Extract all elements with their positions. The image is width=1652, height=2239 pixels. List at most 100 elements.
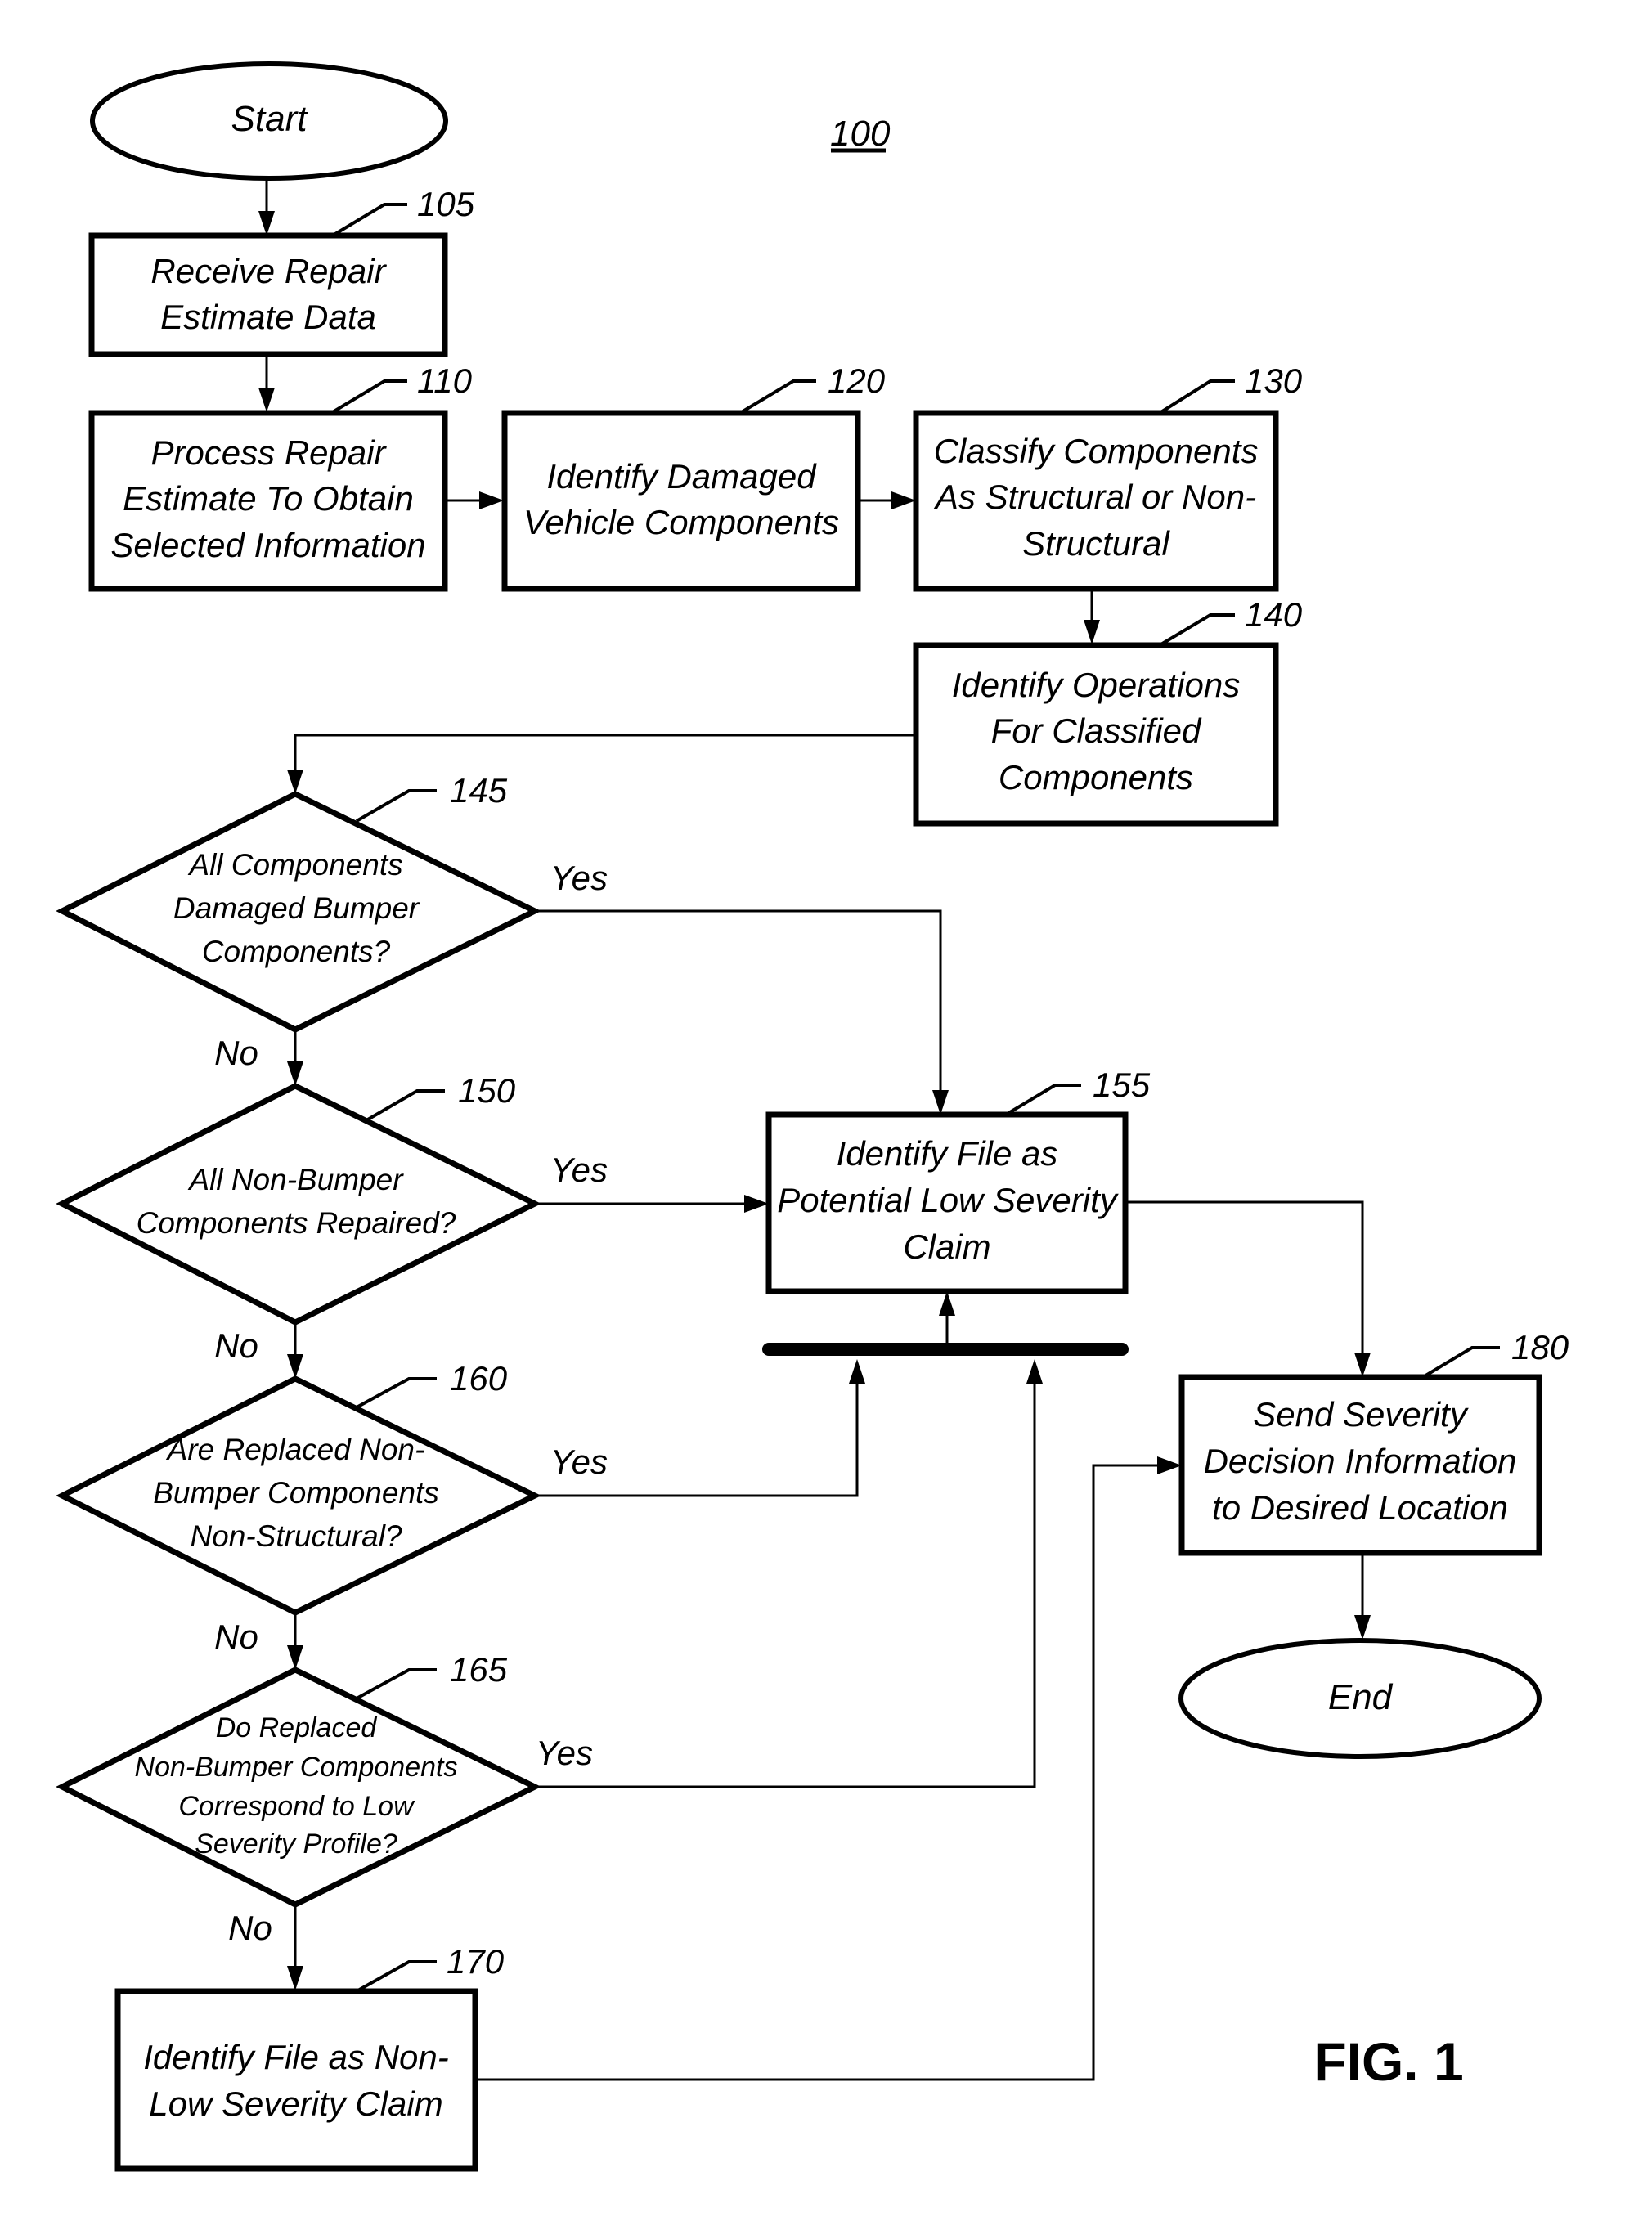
decision-165: Do Replaced Non-Bumper Components Corres…: [56, 1650, 541, 1908]
arrowhead-icon: [258, 388, 275, 412]
leader-145: [355, 789, 437, 823]
leader-120: [738, 379, 816, 415]
arrowhead-icon: [891, 491, 916, 509]
connector-155-180: [1125, 1200, 1364, 1356]
decision-145: All Components Damaged Bumper Components…: [56, 771, 541, 1033]
arrowhead-icon: [479, 491, 504, 509]
arrowhead-icon: [849, 1359, 865, 1384]
box-180-line-2: Decision Information: [1204, 1442, 1517, 1480]
box-105-line-2: Estimate Data: [160, 298, 376, 336]
arrowhead-icon: [1157, 1456, 1182, 1474]
box-110-line-3: Selected Information: [110, 526, 425, 564]
arrowhead-icon: [1354, 1615, 1371, 1640]
ref-105: 105: [417, 185, 475, 223]
arrowhead-icon: [1026, 1359, 1043, 1384]
connector-165-yes-bar: [535, 1380, 1036, 1788]
decision-160-line-1: Are Replaced Non-: [166, 1433, 425, 1466]
box-110-line-2: Estimate To Obtain: [123, 479, 414, 518]
decision-160-line-2: Bumper Components: [153, 1476, 439, 1510]
leader-150: [365, 1089, 445, 1122]
leader-140: [1158, 613, 1235, 647]
ref-120: 120: [828, 361, 886, 400]
no-label-160: No: [214, 1618, 258, 1656]
box-140-line-1: Identify Operations: [952, 666, 1241, 704]
decision-165-line-3: Correspond to Low: [178, 1791, 415, 1822]
ref-130: 130: [1245, 361, 1303, 400]
box-180-line-1: Send Severity: [1253, 1395, 1469, 1434]
leader-110: [330, 379, 407, 415]
process-box-170: Identify File as Non- Low Severity Claim…: [114, 1942, 505, 2172]
arrowhead-icon: [744, 1195, 769, 1213]
process-box-130: Classify Components As Structural or Non…: [913, 361, 1303, 592]
decision-150: All Non-Bumper Components Repaired? 150: [56, 1071, 541, 1326]
arrowhead-icon: [1354, 1353, 1371, 1377]
leader-165: [356, 1668, 437, 1700]
decision-165-line-1: Do Replaced: [216, 1712, 378, 1743]
decision-160: Are Replaced Non- Bumper Components Non-…: [56, 1359, 541, 1616]
box-155-line-3: Claim: [903, 1227, 990, 1266]
end-label: End: [1328, 1677, 1394, 1717]
box-180-line-3: to Desired Location: [1212, 1488, 1508, 1527]
arrowhead-icon: [287, 770, 303, 794]
decision-150-line-2: Components Repaired?: [137, 1206, 456, 1240]
box-170-line-2: Low Severity Claim: [149, 2084, 442, 2123]
no-label-165: No: [228, 1909, 272, 1947]
leader-170: [356, 1960, 437, 1993]
process-box-110: Process Repair Estimate To Obtain Select…: [88, 361, 473, 592]
arrowhead-icon: [258, 211, 275, 236]
process-box-180: Send Severity Decision Information to De…: [1178, 1328, 1569, 1556]
ref-165: 165: [450, 1650, 508, 1689]
arrowhead-icon: [287, 1061, 303, 1086]
ref-140: 140: [1245, 595, 1303, 634]
leader-130: [1158, 379, 1235, 415]
decision-145-line-3: Components?: [202, 935, 391, 968]
box-140-line-3: Components: [999, 758, 1193, 796]
yes-label-160: Yes: [550, 1443, 608, 1481]
ref-160: 160: [450, 1359, 508, 1398]
leader-105: [330, 203, 407, 238]
box-120-line-1: Identify Damaged: [546, 457, 817, 496]
decision-145-line-2: Damaged Bumper: [173, 891, 420, 925]
process-box-140: Identify Operations For Classified Compo…: [913, 595, 1303, 827]
process-box-105: Receive Repair Estimate Data 105: [88, 185, 475, 357]
box-155-line-1: Identify File as: [837, 1134, 1058, 1173]
arrowhead-icon: [287, 1354, 303, 1379]
yes-label-150: Yes: [550, 1151, 608, 1189]
connector-170-180: [475, 1464, 1160, 2081]
box-130-line-3: Structural: [1022, 524, 1170, 563]
leader-155: [1004, 1084, 1081, 1116]
connector-145-yes-155: [535, 909, 942, 1093]
box-130-line-1: Classify Components: [934, 432, 1259, 470]
ref-145: 145: [450, 771, 508, 810]
ref-150: 150: [458, 1071, 516, 1110]
flowchart: 100 Start End Receive Repair Estimate Da…: [56, 61, 1569, 2172]
box-140-line-2: For Classified: [991, 711, 1202, 750]
process-box-155: Identify File as Potential Low Severity …: [765, 1066, 1151, 1294]
arrowhead-icon: [287, 1966, 303, 1990]
no-label-150: No: [214, 1326, 258, 1365]
ref-110: 110: [417, 361, 473, 400]
start-label: Start: [231, 99, 309, 139]
start-terminator: Start: [90, 61, 448, 181]
yes-label-165: Yes: [536, 1734, 593, 1772]
connector-140-145: [294, 734, 916, 773]
decision-165-line-2: Non-Bumper Components: [135, 1752, 458, 1783]
arrowhead-icon: [932, 1090, 949, 1115]
box-155-line-2: Potential Low Severity: [777, 1181, 1120, 1219]
no-label-145: No: [214, 1034, 258, 1072]
arrowhead-icon: [939, 1291, 955, 1316]
yes-label-145: Yes: [550, 859, 608, 897]
decision-160-line-3: Non-Structural?: [190, 1519, 402, 1553]
box-105-line-1: Receive Repair: [150, 252, 387, 290]
box-170-line-1: Identify File as Non-: [143, 2038, 449, 2076]
ref-155: 155: [1093, 1066, 1151, 1104]
box-110-line-1: Process Repair: [150, 433, 387, 472]
ref-180: 180: [1511, 1328, 1569, 1366]
decision-165-line-4: Severity Profile?: [195, 1828, 397, 1860]
leader-180: [1421, 1346, 1500, 1379]
ref-170: 170: [447, 1942, 505, 1981]
figure-number: 100: [830, 114, 891, 154]
box-120-line-2: Vehicle Components: [523, 503, 839, 541]
end-terminator: End: [1178, 1638, 1542, 1759]
figure-caption: FIG. 1: [1313, 2031, 1463, 2092]
